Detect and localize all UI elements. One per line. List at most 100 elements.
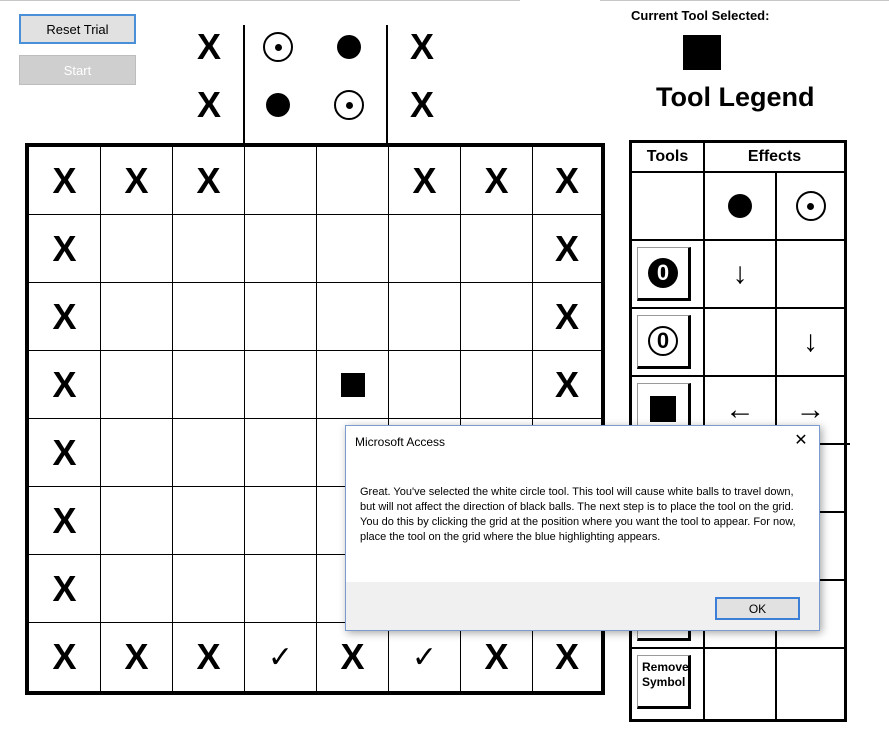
grid-cell[interactable] — [173, 351, 245, 419]
x-marker: X — [52, 567, 77, 609]
grid-cell[interactable]: X — [29, 555, 101, 623]
grid-cell[interactable]: X — [173, 147, 245, 215]
black-circle-tool-button[interactable]: 0 — [637, 247, 691, 301]
top-border-line-right — [600, 0, 889, 1]
symbol-label: Symbol — [642, 675, 686, 689]
grid-cell[interactable]: X — [461, 147, 533, 215]
grid-cell[interactable] — [389, 351, 461, 419]
grid-cell[interactable] — [101, 351, 173, 419]
black-square-icon — [340, 372, 365, 397]
grid-cell[interactable] — [245, 283, 317, 351]
grid-cell[interactable]: X — [173, 623, 245, 691]
grid-cell[interactable] — [245, 419, 317, 487]
grid-cell[interactable]: X — [101, 623, 173, 691]
legend-effect-white-cell — [777, 173, 844, 241]
current-tool-label: Current Tool Selected: — [631, 8, 770, 23]
x-marker: X — [124, 159, 149, 201]
launch-divider-right — [386, 25, 388, 145]
grid-cell[interactable]: X — [533, 147, 601, 215]
legend-effect-white-cell — [777, 241, 844, 309]
grid-cell[interactable] — [173, 419, 245, 487]
grid-cell[interactable] — [389, 215, 461, 283]
white-ball-icon — [334, 90, 364, 120]
grid-cell[interactable]: X — [101, 147, 173, 215]
launch-divider-left — [243, 25, 245, 145]
legend-tool-cell — [632, 173, 705, 241]
arrow-down-icon: ↓ — [803, 325, 818, 358]
grid-cell[interactable]: X — [533, 351, 601, 419]
black-ball-icon — [728, 194, 752, 218]
launch-x-marker: X — [196, 84, 221, 125]
black-square-icon — [683, 35, 721, 70]
reset-trial-button[interactable]: Reset Trial — [19, 14, 136, 44]
white-circle-tool-button[interactable]: 0 — [637, 315, 691, 369]
grid-cell[interactable] — [173, 555, 245, 623]
grid-cell[interactable] — [317, 351, 389, 419]
grid-cell[interactable]: X — [29, 215, 101, 283]
grid-cell[interactable] — [461, 283, 533, 351]
grid-cell[interactable] — [245, 555, 317, 623]
grid-cell[interactable] — [101, 487, 173, 555]
remove-label: Remove — [642, 660, 689, 674]
grid-cell[interactable]: ✓ — [245, 623, 317, 691]
dialog-message: Great. You've selected the white circle … — [360, 486, 796, 543]
x-marker: X — [196, 159, 221, 201]
grid-cell[interactable] — [245, 487, 317, 555]
grid-cell[interactable] — [461, 351, 533, 419]
message-dialog: Microsoft Access ✕ Great. You've selecte… — [345, 425, 820, 631]
grid-cell[interactable] — [173, 215, 245, 283]
ok-button[interactable]: OK — [715, 597, 800, 620]
grid-cell[interactable]: X — [29, 487, 101, 555]
grid-cell[interactable] — [245, 215, 317, 283]
grid-cell[interactable] — [101, 215, 173, 283]
black-ball-icon — [266, 93, 290, 117]
grid-cell[interactable] — [173, 283, 245, 351]
grid-cell[interactable] — [317, 147, 389, 215]
grid-cell[interactable]: ✓ — [389, 623, 461, 691]
grid-cell[interactable] — [389, 283, 461, 351]
legend-effect-black-cell — [705, 649, 777, 719]
grid-cell[interactable]: X — [533, 623, 601, 691]
grid-cell[interactable] — [317, 283, 389, 351]
arrow-right-icon: → — [795, 393, 826, 426]
x-marker: X — [412, 159, 437, 201]
legend-header-tools: Tools — [632, 143, 705, 173]
check-icon: ✓ — [267, 640, 294, 674]
grid-cell[interactable] — [245, 147, 317, 215]
grid-cell[interactable] — [245, 351, 317, 419]
grid-cell[interactable] — [317, 215, 389, 283]
legend-effect-black-cell: ↓ — [705, 241, 777, 309]
close-icon[interactable]: ✕ — [791, 430, 811, 450]
dialog-title: Microsoft Access — [355, 435, 446, 449]
legend-tool-cell: Remove Symbol — [632, 649, 705, 719]
x-marker: X — [484, 636, 509, 677]
grid-cell[interactable] — [101, 555, 173, 623]
grid-cell[interactable]: X — [461, 623, 533, 691]
x-marker: X — [52, 636, 77, 677]
grid-cell[interactable]: X — [533, 283, 601, 351]
grid-cell[interactable] — [101, 419, 173, 487]
x-marker: X — [52, 295, 77, 337]
grid-cell[interactable]: X — [29, 419, 101, 487]
white-ball-icon — [263, 32, 293, 62]
x-marker: X — [196, 636, 221, 677]
grid-cell[interactable] — [173, 487, 245, 555]
x-marker: X — [52, 227, 77, 269]
grid-cell[interactable]: X — [29, 147, 101, 215]
legend-effect-white-cell — [777, 649, 844, 719]
grid-cell[interactable]: X — [29, 283, 101, 351]
remove-symbol-button[interactable]: Remove Symbol — [637, 655, 691, 709]
white-zero-circle-icon: 0 — [648, 326, 678, 356]
grid-cell[interactable] — [101, 283, 173, 351]
grid-cell[interactable]: X — [29, 351, 101, 419]
x-marker: X — [554, 363, 579, 405]
grid-cell[interactable]: X — [29, 623, 101, 691]
black-square-icon — [650, 396, 676, 422]
grid-cell[interactable]: X — [389, 147, 461, 215]
grid-cell[interactable] — [461, 215, 533, 283]
arrow-left-icon: ← — [725, 393, 755, 426]
legend-tool-cell: 0 — [632, 241, 705, 309]
x-marker: X — [484, 159, 509, 201]
grid-cell[interactable]: X — [317, 623, 389, 691]
grid-cell[interactable]: X — [533, 215, 601, 283]
